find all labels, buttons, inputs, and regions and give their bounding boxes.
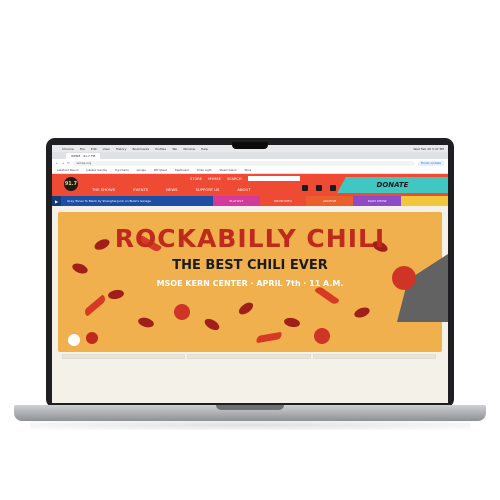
nav-the-shows[interactable]: THE SHOWS	[92, 187, 115, 192]
sponsor-logo	[86, 332, 98, 344]
station-logo[interactable]: 91.7	[64, 177, 78, 191]
play-icon[interactable]: ▶	[52, 196, 62, 206]
tomato-illustration	[174, 304, 190, 320]
search-input[interactable]	[247, 176, 300, 181]
clock: Wed Feb 28 3:47 PM	[413, 146, 444, 151]
browser-toolbar: ← → ↻ wmse.org Finish update	[52, 159, 448, 167]
search-label[interactable]: SEARCH	[227, 177, 242, 181]
tomato-illustration	[314, 328, 330, 344]
mymse-link[interactable]: MYMSE	[208, 177, 221, 181]
daily-show-label: DAILY SHOW	[367, 199, 387, 203]
bookmarks-bar: Lakefront Bound Jukebox Sunday Top Chart…	[52, 167, 448, 174]
youtube-icon[interactable]	[330, 185, 336, 191]
hero-banner[interactable]: ROCKABILLY CHILI THE BEST CHILI EVER MSO…	[52, 206, 448, 359]
store-link[interactable]: STORE	[190, 177, 202, 181]
player-spacer	[401, 196, 448, 206]
tab-title: WMSE · 91.7 FM	[71, 154, 96, 158]
bookmark-item[interactable]: Store	[244, 169, 251, 172]
daily-show-button[interactable]: DAILY SHOW	[352, 196, 402, 206]
bookmark-item[interactable]: Top Charts	[115, 169, 129, 172]
menu-profiles[interactable]: Profiles	[155, 147, 166, 151]
laptop-hinge	[216, 405, 284, 410]
archive-button[interactable]: ARCHIVE	[306, 196, 353, 206]
laptop-mockup: Chrome File Edit View History Bookmarks …	[0, 0, 500, 500]
browser-tabbar: WMSE · 91.7 FM	[52, 152, 448, 159]
url-text: wmse.org	[76, 161, 92, 165]
address-bar[interactable]: wmse.org	[72, 160, 415, 166]
instagram-icon[interactable]	[302, 185, 308, 191]
menu-tab[interactable]: Tab	[172, 147, 177, 151]
forward-icon[interactable]: →	[62, 161, 65, 165]
social-links	[302, 185, 336, 191]
bookmark-item[interactable]: Dashboard	[175, 169, 189, 172]
content-strip	[62, 354, 436, 359]
content-card[interactable]	[62, 354, 186, 359]
site-header: 91.7 STORE MYMSE SEARCH THE SHOWS EVENTS…	[52, 174, 448, 196]
main-nav: THE SHOWS EVENTS NEWS SUPPORT US ABOUT	[92, 187, 251, 192]
laptop-shadow	[30, 420, 470, 430]
event-title: ROCKABILLY CHILI	[114, 224, 386, 253]
radio-player-bar: ▶ Grey Tones To Black by Shanghai Junk o…	[52, 196, 448, 206]
nav-support-us[interactable]: SUPPORT US	[196, 187, 220, 192]
bookmark-item[interactable]: Jukebox Sunday	[86, 169, 107, 172]
menu-app[interactable]: Chrome	[62, 147, 74, 151]
bookmark-item[interactable]: WD Sheet	[154, 169, 167, 172]
nav-about[interactable]: ABOUT	[237, 187, 250, 192]
show-info-button[interactable]: SHOW INFO	[259, 196, 307, 206]
menu-window[interactable]: Window	[183, 147, 195, 151]
laptop-screen: Chrome File Edit View History Bookmarks …	[52, 145, 448, 403]
archive-label: ARCHIVE	[322, 199, 337, 203]
menu-view[interactable]: View	[103, 147, 110, 151]
bookmark-item[interactable]: Steam Island	[219, 169, 236, 172]
menu-bookmarks[interactable]: Bookmarks	[132, 147, 149, 151]
nav-news[interactable]: NEWS	[166, 187, 177, 192]
nav-events[interactable]: EVENTS	[133, 187, 148, 192]
reload-icon[interactable]: ↻	[67, 161, 70, 165]
camera-notch	[232, 142, 268, 149]
logo-text: 91.7	[64, 181, 78, 187]
back-icon[interactable]: ←	[56, 161, 59, 165]
bookmark-item[interactable]: Order Light	[197, 169, 212, 172]
top-nav: STORE MYMSE SEARCH	[190, 176, 300, 181]
menu-history[interactable]: History	[116, 147, 127, 151]
event-details: MSOE KERN CENTER · APRIL 7th · 11 A.M.	[156, 279, 344, 288]
now-playing-text: Grey Tones To Black by Shanghai Junk on …	[67, 199, 151, 203]
bookmark-item[interactable]: Lakefront Bound	[57, 169, 78, 172]
browser-tab[interactable]: WMSE · 91.7 FM	[66, 153, 101, 159]
menu-edit[interactable]: Edit	[91, 147, 97, 151]
playlist-label: PLAYLIST	[229, 199, 244, 203]
event-subtitle: THE BEST CHILI EVER	[172, 258, 328, 273]
update-button[interactable]: Finish update	[417, 160, 444, 166]
bookmark-item[interactable]: Google	[137, 169, 146, 172]
content-card[interactable]	[187, 354, 311, 359]
menu-file[interactable]: File	[80, 147, 85, 151]
donate-label: DONATE	[376, 181, 409, 189]
donate-button[interactable]: DONATE	[337, 177, 448, 193]
facebook-icon[interactable]	[316, 185, 322, 191]
playlist-button[interactable]: PLAYLIST	[212, 196, 260, 206]
sponsor-logo	[68, 334, 80, 346]
content-card[interactable]	[312, 354, 436, 359]
show-info-label: SHOW INFO	[274, 199, 292, 203]
menu-help[interactable]: Help	[201, 147, 208, 151]
